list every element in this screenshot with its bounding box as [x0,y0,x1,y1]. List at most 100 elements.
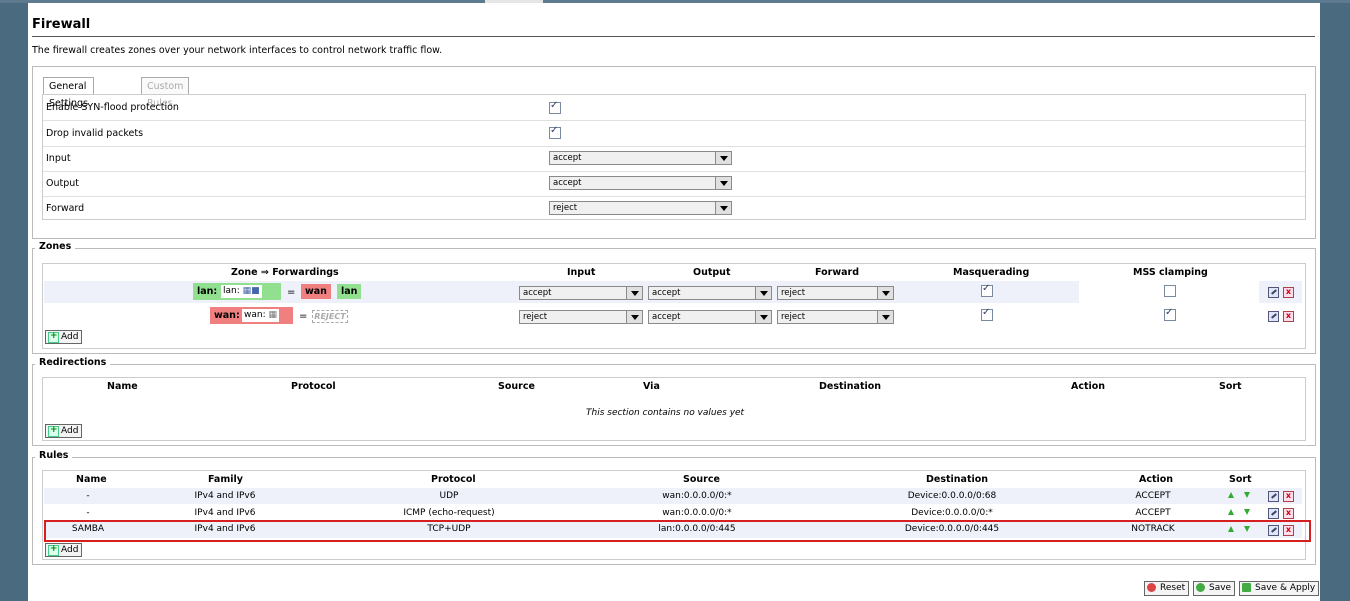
add-icon [48,543,59,556]
zone-wan-networks: wan: ▦ [242,309,280,322]
general-settings-box: Enable SYN-flood protection Drop invalid… [42,94,1306,220]
rules-header-family: Family [208,474,243,485]
zone-lan-input-select[interactable]: accept [519,286,643,300]
page-title: Firewall [32,17,91,32]
move-up-icon[interactable] [1228,509,1234,515]
redir-header-source: Source [498,381,535,392]
main-panel: Firewall The firewall creates zones over… [28,3,1320,601]
zone-wan-eq: = [299,311,308,322]
rule-name: - [86,491,90,501]
input-select[interactable]: accept [549,151,732,165]
redirections-section: Redirections Name Protocol Source Via De… [32,357,1316,446]
redir-header-via: Via [643,381,660,392]
delete-icon[interactable]: x [1283,508,1294,519]
delete-icon[interactable]: x [1283,491,1294,502]
zone-wan-name: wan: [210,308,244,323]
tab-custom-rules[interactable]: Custom Rules [141,77,190,109]
highlight-box [44,520,1311,542]
zone-wan-forward-select[interactable]: reject [777,310,894,324]
rule-family: IPv4 and IPv6 [194,491,256,501]
rules-header-name: Name [76,474,107,485]
zone-lan-masq-checkbox[interactable] [981,283,993,297]
zone-lan-eq: = [287,287,296,298]
zones-header-output: Output [693,267,731,278]
zone-lan-output-select[interactable]: accept [648,286,772,300]
redirections-table: Name Protocol Source Via Destination Act… [42,377,1306,441]
forward-row: Forward reject [43,196,1305,221]
output-row: Output accept [43,171,1305,197]
edit-icon[interactable] [1268,491,1279,502]
redir-header-destination: Destination [819,381,882,392]
rules-header-protocol: Protocol [431,474,476,485]
drop-invalid-label: Drop invalid packets [46,128,144,139]
title-divider [32,36,1315,37]
input-label: Input [46,153,71,164]
edit-icon[interactable] [1268,311,1279,322]
rule-family: IPv4 and IPv6 [194,508,256,518]
rules-table: Name Family Protocol Source Destination … [42,470,1306,560]
delete-icon[interactable]: x [1283,287,1294,298]
output-select[interactable]: accept [549,176,732,190]
rule-destination: Device:0.0.0.0/0:68 [907,491,997,501]
rules-section: Rules Name Family Protocol Source Destin… [32,450,1316,565]
delete-icon[interactable]: x [1283,311,1294,322]
rule-source: wan:0.0.0.0/0:* [662,491,732,501]
move-up-icon[interactable] [1228,492,1234,498]
page-description: The firewall creates zones over your net… [32,45,443,56]
zone-lan-fwd-lan: lan [337,284,362,299]
rule-source: wan:0.0.0.0/0:* [662,508,732,518]
zones-header-mss: MSS clamping [1133,267,1208,278]
redirections-legend: Redirections [35,357,111,368]
forward-select[interactable]: reject [549,201,732,215]
zone-lan-networks: lan: ▦■ [221,285,262,298]
rules-header-action: Action [1139,474,1174,485]
syn-flood-row: Enable SYN-flood protection [43,95,1305,121]
edit-icon[interactable] [1268,287,1279,298]
save-button[interactable]: Save [1193,581,1236,596]
output-label: Output [46,178,79,189]
redir-header-action: Action [1071,381,1106,392]
drop-invalid-checkbox[interactable] [549,125,561,139]
zones-section: Zones Zone ⇒ Forwardings Input Output Fo… [32,241,1316,354]
zone-wan-output-select[interactable]: accept [648,310,772,324]
save-apply-button[interactable]: Save & Apply [1239,581,1320,596]
tab-general-settings[interactable]: General Settings [43,77,94,109]
general-section: General Settings Custom Rules Enable SYN… [32,66,1316,239]
chevron-down-icon [715,177,731,189]
zone-wan-fwd-reject: REJECT [312,310,348,323]
chevron-down-icon [715,152,731,164]
rules-header-sort: Sort [1229,474,1252,485]
rule-action: ACCEPT [1135,508,1171,518]
syn-flood-checkbox[interactable] [549,100,561,114]
redir-header-name: Name [107,381,138,392]
zones-add-button[interactable]: Add [45,330,83,344]
zones-header-input: Input [567,267,596,278]
reset-button[interactable]: Reset [1144,581,1190,596]
edit-icon[interactable] [1268,508,1279,519]
zone-wan-mss-checkbox[interactable] [1164,307,1176,321]
rules-add-button[interactable]: Add [45,543,83,557]
zones-legend: Zones [35,241,76,252]
rule-destination: Device:0.0.0.0/0:* [911,508,993,518]
zone-lan-mss-checkbox[interactable] [1164,285,1176,297]
zone-wan-input-select[interactable]: reject [519,310,643,324]
input-row: Input accept [43,146,1305,172]
add-icon [48,330,59,343]
save-icon [1196,583,1205,592]
zone-wan-masq-checkbox[interactable] [981,307,993,321]
redir-empty-text: This section contains no values yet [586,408,745,418]
zones-header-masq: Masquerading [953,267,1030,278]
zones-header-forward: Forward [815,267,859,278]
save-apply-icon [1242,583,1251,592]
rules-legend: Rules [35,450,73,461]
rule-action: ACCEPT [1135,491,1171,501]
move-down-icon[interactable] [1244,509,1250,515]
zone-lan-forward-select[interactable]: reject [777,286,894,300]
move-down-icon[interactable] [1244,492,1250,498]
redirections-add-button[interactable]: Add [45,424,83,438]
rule-protocol: ICMP (echo-request) [403,508,495,518]
redir-header-protocol: Protocol [291,381,336,392]
drop-invalid-row: Drop invalid packets [43,121,1305,147]
rules-header-source: Source [683,474,720,485]
zones-header-zone: Zone ⇒ Forwardings [231,267,339,278]
